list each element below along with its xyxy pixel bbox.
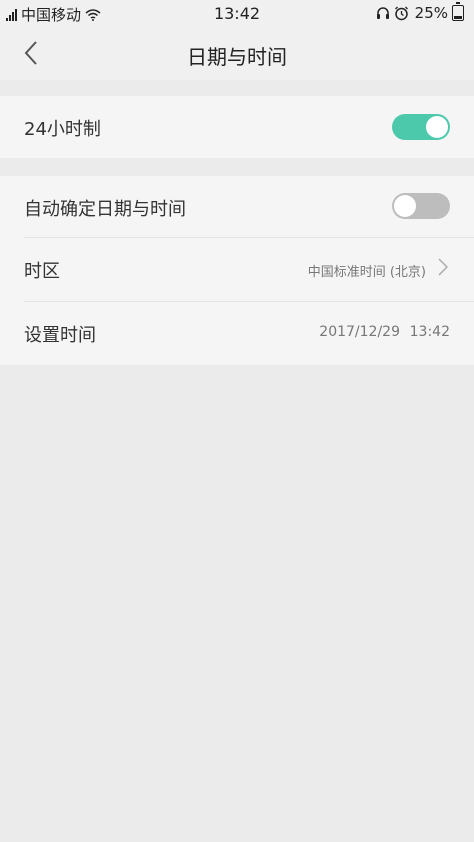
nav-bar: 日期与时间: [0, 26, 474, 80]
toggle-knob: [394, 195, 416, 217]
row-auto-datetime-label: 自动确定日期与时间: [24, 199, 186, 220]
settings-group-format: 24小时制: [0, 96, 474, 158]
row-timezone-label: 时区: [24, 261, 60, 282]
row-set-time-label: 设置时间: [24, 325, 96, 346]
battery-percent: 25%: [414, 4, 448, 22]
row-24-hour-label: 24小时制: [24, 119, 101, 140]
toggle-knob: [426, 116, 448, 138]
row-auto-datetime[interactable]: 自动确定日期与时间: [0, 176, 474, 238]
row-24-hour[interactable]: 24小时制: [0, 96, 474, 158]
alarm-icon: [394, 6, 408, 20]
status-bar: 中国移动 13:42 25%: [0, 0, 474, 26]
page-title: 日期与时间: [187, 45, 287, 69]
timezone-value: 中国标准时间 (北京): [307, 265, 426, 280]
row-timezone[interactable]: 时区 中国标准时间 (北京): [0, 238, 474, 300]
chevron-right-icon: [438, 258, 448, 276]
set-time-date: 2017/12/29: [319, 324, 400, 340]
row-set-time[interactable]: 设置时间 2017/12/29 13:42: [0, 302, 474, 364]
toggle-auto-datetime[interactable]: [392, 193, 450, 219]
set-time-clock: 13:42: [409, 324, 450, 340]
status-right: 25%: [376, 2, 464, 22]
toggle-24-hour[interactable]: [392, 114, 450, 140]
battery-icon: [452, 2, 464, 21]
settings-group-datetime: 自动确定日期与时间 时区 中国标准时间 (北京) 设置时间 2017/12/29…: [0, 176, 474, 365]
headset-icon: [376, 7, 389, 19]
